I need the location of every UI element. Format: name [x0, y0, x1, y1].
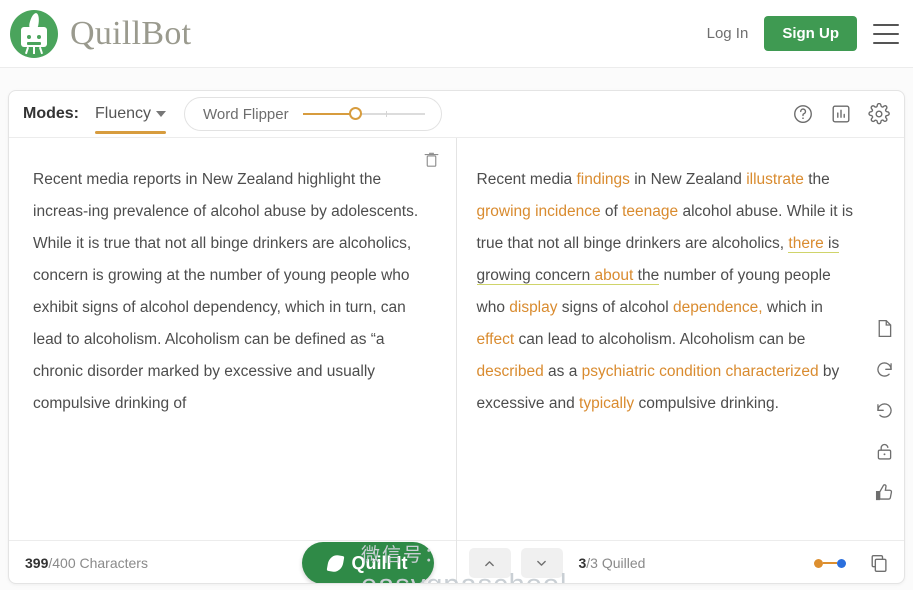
undo-icon[interactable] [874, 400, 895, 421]
quill-it-button[interactable]: Quill It [301, 542, 434, 583]
output-suggestion-segment[interactable]: typically [579, 395, 634, 412]
statistics-icon[interactable] [830, 103, 852, 125]
output-suggestion-segment[interactable]: findings [576, 171, 629, 188]
brand-logo[interactable]: QuillBot [10, 9, 192, 58]
redo-icon[interactable] [874, 359, 895, 380]
quillbot-robot-logo [10, 9, 58, 58]
signup-button[interactable]: Sign Up [764, 16, 857, 51]
mode-tab-label: Fluency [95, 104, 152, 122]
output-text-segment: Recent media [476, 171, 577, 188]
mode-tab-fluency[interactable]: Fluency [95, 104, 167, 134]
quill-it-label: Quill It [351, 552, 408, 573]
output-text-segment: the [803, 171, 830, 188]
output-suggestion-segment[interactable]: display [509, 299, 557, 316]
header-actions: Log In Sign Up [707, 16, 899, 51]
output-suggestion-segment[interactable]: about [594, 267, 634, 285]
brand-name: QuillBot [70, 14, 192, 52]
output-action-rail [864, 318, 904, 503]
previous-variation-button[interactable] [468, 548, 511, 578]
slider-tick [385, 111, 387, 117]
output-suggestion-segment[interactable]: teenage [622, 203, 678, 220]
quilled-counter: 3/3 Quilled [579, 555, 646, 571]
word-flipper-label: Word Flipper [203, 105, 289, 123]
input-text[interactable]: Recent media reports in New Zealand high… [9, 138, 456, 540]
output-text-segment: in New Zealand [629, 171, 747, 188]
help-icon[interactable] [792, 103, 814, 125]
modes-label: Modes: [23, 105, 79, 122]
chevron-up-icon [485, 560, 494, 566]
chevron-down-icon [156, 110, 167, 117]
output-text-segment: signs of alcohol [557, 299, 673, 316]
output-text-segment: of [600, 203, 623, 220]
word-flipper-slider[interactable] [302, 107, 426, 121]
slider-thumb[interactable] [349, 107, 363, 120]
output-suggestion-segment[interactable]: psychiatric condition characterized [582, 363, 819, 380]
output-suggestion-segment[interactable]: growing concern [476, 267, 595, 285]
output-text-segment: compulsive drinking. [634, 395, 779, 412]
toolbar-icon-group [792, 103, 890, 125]
editor-split: Recent media reports in New Zealand high… [9, 138, 905, 583]
new-document-icon[interactable] [874, 318, 895, 339]
character-current: 399 [25, 555, 49, 571]
output-suggestion-segment[interactable]: the [633, 267, 660, 285]
hamburger-menu-icon[interactable] [873, 23, 899, 44]
lock-icon[interactable] [874, 441, 895, 462]
input-pane: Recent media reports in New Zealand high… [9, 138, 457, 583]
slider-fill [302, 113, 355, 115]
dot-connector [823, 562, 837, 564]
output-suggestion-segment[interactable]: illustrate [746, 171, 804, 188]
word-flipper-control[interactable]: Word Flipper [184, 97, 443, 131]
input-footer: 399/400 Characters Quill It [9, 540, 456, 583]
output-suggestion-segment[interactable]: there [788, 235, 824, 253]
output-pane: Recent media findings in New Zealand ill… [456, 138, 905, 583]
output-suggestion-segment[interactable]: dependence, [673, 299, 763, 316]
orange-dot-icon [814, 558, 823, 568]
site-header: QuillBot Log In Sign Up [0, 0, 913, 68]
modes-toolbar: Modes: Fluency Word Flipper [9, 91, 904, 138]
next-variation-button[interactable] [520, 548, 563, 578]
output-text-segment: as a [543, 363, 582, 380]
paraphraser-card: Modes: Fluency Word Flipper Recent media… [8, 90, 905, 584]
quilled-total: /3 Quilled [586, 555, 646, 571]
output-text[interactable]: Recent media findings in New Zealand ill… [457, 138, 905, 540]
output-suggestion-segment[interactable]: described [477, 363, 544, 380]
output-suggestion-segment[interactable]: effect [477, 331, 515, 348]
quillbot-paraphraser-app: QuillBot Log In Sign Up Modes: Fluency W… [0, 0, 913, 590]
output-suggestion-segment[interactable]: is [823, 235, 840, 253]
thumbs-up-icon[interactable] [874, 482, 895, 503]
blue-dot-icon [837, 558, 846, 568]
chevron-down-icon [537, 560, 546, 566]
settings-gear-icon[interactable] [868, 103, 890, 125]
output-suggestion-segment[interactable]: growing incidence [477, 203, 601, 220]
output-footer: 3/3 Quilled [456, 540, 904, 583]
output-text-segment: which in [762, 299, 823, 316]
character-total: /400 Characters [48, 555, 148, 571]
login-link[interactable]: Log In [707, 25, 749, 42]
output-text-segment: can lead to alcoholism. Alcoholism can b… [514, 331, 806, 348]
feather-quill-icon [326, 553, 344, 573]
orange-blue-dot-toggle[interactable] [814, 558, 846, 568]
character-counter: 399/400 Characters [25, 555, 148, 571]
copy-icon[interactable] [868, 552, 890, 574]
